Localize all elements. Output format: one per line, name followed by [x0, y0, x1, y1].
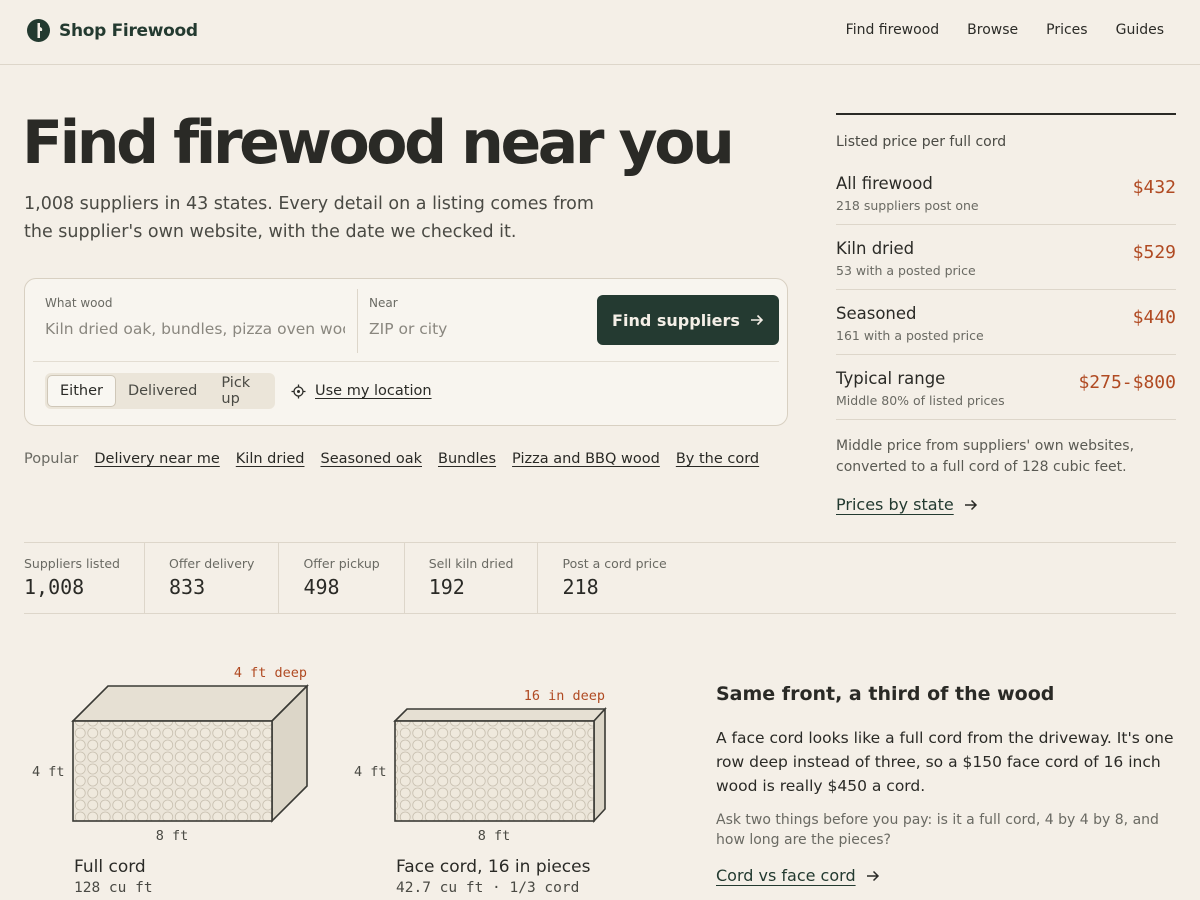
stat-value: 498 — [303, 575, 340, 599]
what-wood-label: What wood — [45, 296, 113, 310]
face-cord-diagram: 16 in deep 4 ft 8 ft — [354, 688, 607, 844]
popular-label: Popular — [24, 451, 79, 467]
crosshair-icon — [291, 384, 306, 398]
price-row: All firewood 218 suppliers post one $432 — [836, 160, 1176, 225]
full-cord-diagram: 4 ft deep 4 ft 8 ft — [32, 665, 309, 844]
price-row: Kiln dried 53 with a posted price $529 — [836, 225, 1176, 290]
popular-link-pizza-bbq[interactable]: Pizza and BBQ wood — [512, 451, 660, 467]
near-label: Near — [369, 296, 398, 310]
price-row-note: Middle 80% of listed prices — [836, 393, 1005, 408]
main-nav: Find firewood Browse Prices Guides — [846, 22, 1164, 38]
popular-link-by-the-cord[interactable]: By the cord — [676, 451, 759, 467]
use-my-location-link[interactable]: Use my location — [291, 383, 432, 399]
top-bar: Shop Firewood Find firewood Browse Price… — [0, 0, 1200, 65]
nav-guides[interactable]: Guides — [1116, 22, 1164, 38]
price-row-value: $275-$800 — [1078, 372, 1176, 393]
price-row-name: Typical range — [836, 369, 946, 388]
cord-explainer-note: Ask two things before you pay: is it a f… — [716, 812, 1159, 848]
face-cord-width-label: 8 ft — [478, 828, 511, 844]
stat-item: Offer pickup 498 — [279, 543, 405, 613]
arrow-right-icon — [750, 314, 764, 326]
stat-label: Suppliers listed — [24, 556, 120, 571]
full-cord-width-label: 8 ft — [156, 828, 189, 844]
stat-label: Sell kiln dried — [428, 556, 514, 571]
face-cord-height-label: 4 ft — [354, 764, 387, 780]
mode-either[interactable]: Either — [47, 375, 116, 407]
price-row: Typical range Middle 80% of listed price… — [836, 355, 1176, 420]
full-cord-title: Full cord — [74, 857, 146, 877]
price-footnote: Middle price from suppliers' own website… — [836, 438, 1135, 475]
popular-link-seasoned-oak[interactable]: Seasoned oak — [320, 451, 422, 467]
hero-subtitle: 1,008 suppliers in 43 states. Every deta… — [24, 194, 594, 242]
popular-link-kiln-dried[interactable]: Kiln dried — [236, 451, 305, 467]
arrow-right-icon — [964, 499, 977, 510]
full-cord-height-label: 4 ft — [32, 764, 65, 780]
nav-prices[interactable]: Prices — [1046, 22, 1087, 38]
fulfillment-toggle: Either Delivered Pick up — [45, 373, 275, 409]
firewood-logo-icon — [27, 19, 50, 42]
price-row-note: 53 with a posted price — [836, 263, 976, 278]
price-row-note: 161 with a posted price — [836, 328, 984, 343]
price-row-value: $529 — [1132, 242, 1176, 263]
price-panel-heading: Listed price per full cord — [836, 134, 1007, 150]
brand-name: Shop Firewood — [59, 20, 198, 41]
cord-explainer-body: A face cord looks like a full cord from … — [716, 729, 1174, 795]
nav-find-firewood[interactable]: Find firewood — [846, 22, 939, 38]
prices-by-state-link[interactable]: Prices by state — [836, 495, 1176, 514]
full-cord-depth-label: 4 ft deep — [234, 665, 307, 681]
search-card: What wood Near Find suppliers Either Del… — [24, 278, 788, 426]
stat-label: Post a cord price — [562, 556, 667, 571]
full-cord-volume: 128 cu ft — [74, 880, 153, 896]
cord-comparison-illustration: 4 ft deep 4 ft 8 ft 16 in deep 4 ft 8 ft — [32, 665, 607, 844]
prices-by-state-label: Prices by state — [836, 495, 954, 514]
stat-item: Offer delivery 833 — [145, 543, 280, 613]
what-wood-input[interactable] — [45, 317, 345, 341]
stat-value: 1,008 — [24, 575, 85, 599]
price-row-note: 218 suppliers post one — [836, 198, 979, 213]
arrow-right-icon — [866, 870, 879, 881]
popular-link-bundles[interactable]: Bundles — [438, 451, 496, 467]
price-row-value: $440 — [1132, 307, 1176, 328]
find-suppliers-button[interactable]: Find suppliers — [597, 295, 779, 345]
price-row-name: Seasoned — [836, 304, 917, 323]
popular-searches: Popular Delivery near me Kiln dried Seas… — [24, 451, 759, 467]
mode-delivered[interactable]: Delivered — [116, 375, 209, 407]
cord-vs-face-cord-link[interactable]: Cord vs face cord — [716, 866, 880, 885]
stat-label: Offer delivery — [168, 556, 255, 571]
nav-browse[interactable]: Browse — [967, 22, 1018, 38]
find-suppliers-label: Find suppliers — [612, 310, 740, 330]
cord-vs-face-cord-label: Cord vs face cord — [716, 866, 856, 885]
face-cord-title: Face cord, 16 in pieces — [396, 857, 591, 877]
near-input[interactable] — [369, 317, 579, 341]
page-title: Find firewood near you — [22, 108, 735, 178]
stat-item: Sell kiln dried 192 — [405, 543, 539, 613]
stat-item: Post a cord price 218 — [538, 543, 690, 613]
mode-pick-up[interactable]: Pick up — [209, 375, 273, 407]
stat-value: 192 — [428, 575, 465, 599]
search-divider — [33, 361, 779, 362]
price-panel: Listed price per full cord All firewood … — [836, 113, 1176, 514]
brand-logo-link[interactable]: Shop Firewood — [27, 19, 198, 42]
stat-value: 218 — [562, 575, 599, 599]
popular-link-delivery[interactable]: Delivery near me — [94, 451, 219, 467]
field-divider — [357, 289, 358, 353]
stat-item: Suppliers listed 1,008 — [24, 543, 145, 613]
use-my-location-label: Use my location — [315, 383, 432, 399]
face-cord-depth-label: 16 in deep — [524, 688, 605, 704]
price-row-name: All firewood — [836, 174, 933, 193]
price-row: Seasoned 161 with a posted price $440 — [836, 290, 1176, 355]
face-cord-volume: 42.7 cu ft · 1/3 cord — [396, 880, 580, 896]
price-row-name: Kiln dried — [836, 239, 915, 258]
cord-explainer-title: Same front, a third of the wood — [716, 683, 1055, 705]
stats-strip: Suppliers listed 1,008 Offer delivery 83… — [24, 542, 1176, 614]
price-row-value: $432 — [1132, 177, 1176, 198]
stat-label: Offer pickup — [303, 556, 380, 571]
stat-value: 833 — [168, 575, 206, 599]
